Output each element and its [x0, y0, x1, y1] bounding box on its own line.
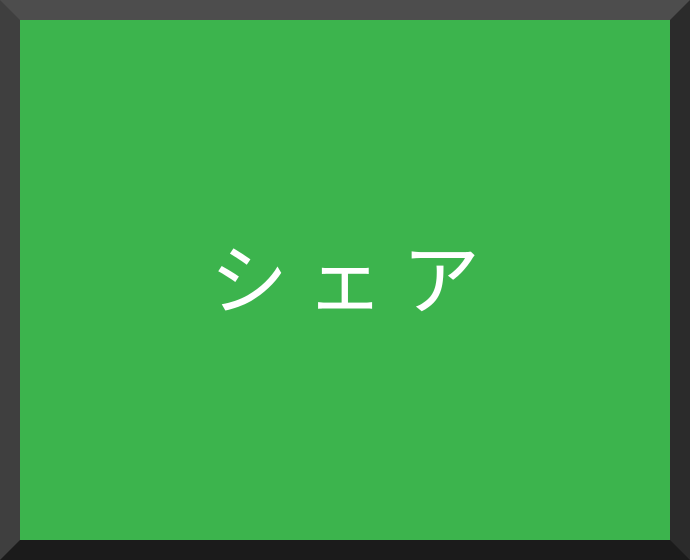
share-button-label: シェア — [209, 237, 498, 327]
button-frame: シェア — [0, 0, 690, 560]
share-button[interactable]: シェア — [20, 20, 670, 540]
